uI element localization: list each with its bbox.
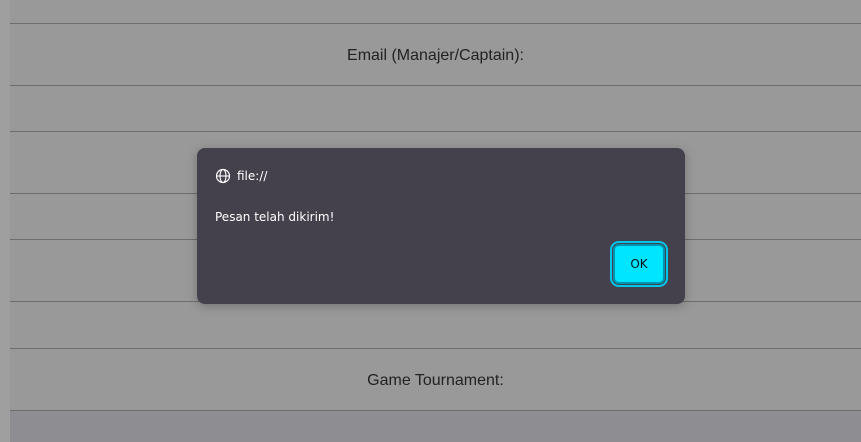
form-divider (10, 85, 861, 86)
game-tournament-label: Game Tournament: (367, 372, 504, 389)
form-bottom-band (10, 411, 861, 442)
dialog-message: Pesan telah dikirim! (215, 210, 335, 224)
alert-dialog: file:// Pesan telah dikirim! OK (197, 148, 685, 304)
form-divider (10, 131, 861, 132)
page-backdrop: Email (Manajer/Captain): Game Tournament… (0, 0, 861, 442)
ok-button[interactable]: OK (610, 241, 668, 287)
dialog-origin: file:// (215, 168, 267, 184)
form-divider (10, 348, 861, 349)
form-divider (10, 23, 861, 24)
globe-icon (215, 168, 231, 184)
email-label: Email (Manajer/Captain): (347, 47, 524, 64)
dialog-origin-text: file:// (237, 169, 268, 183)
left-margin (0, 0, 10, 442)
